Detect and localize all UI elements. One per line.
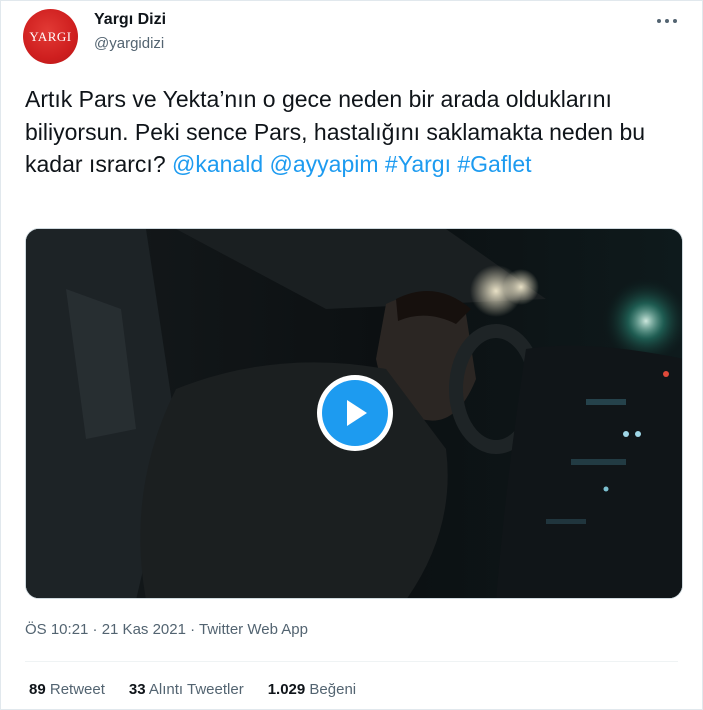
hashtag-link[interactable]: #Yargı [385, 151, 451, 177]
play-button[interactable] [317, 375, 393, 451]
avatar[interactable]: YARGI [23, 9, 78, 64]
mention-link[interactable]: @kanald [172, 151, 263, 177]
more-options-icon[interactable] [656, 9, 678, 30]
quote-tweets-stat[interactable]: 33 Alıntı Tweetler [129, 681, 244, 698]
divider [25, 661, 678, 662]
tweet-card: YARGI Yargı Dizi @yargidizi Artık Pars v… [0, 0, 703, 710]
quotes-label: Alıntı Tweetler [148, 681, 244, 698]
retweets-stat[interactable]: 89 Retweet [29, 681, 105, 698]
retweets-count: 89 [29, 681, 46, 698]
play-icon [322, 380, 388, 446]
avatar-logo-text: YARGI [29, 28, 72, 44]
hashtag-link[interactable]: #Gaflet [457, 151, 531, 177]
author-name[interactable]: Yargı Dizi [94, 11, 166, 29]
tweet-text: Artık Pars ve Yekta’nın o gece neden bir… [25, 83, 665, 181]
likes-stat[interactable]: 1.029 Beğeni [268, 681, 356, 698]
author-handle[interactable]: @yargidizi [94, 35, 164, 52]
quotes-count: 33 [128, 681, 146, 698]
likes-count: 1.029 [267, 681, 306, 698]
mention-link[interactable]: @ayyapim [270, 151, 379, 177]
tweet-timestamp[interactable]: ÖS 10:21 · 21 Kas 2021 · Twitter Web App [25, 621, 308, 638]
tweet-stats: 89 Retweet 33 Alıntı Tweetler 1.029 Beğe… [29, 681, 356, 698]
likes-label: Beğeni [309, 681, 357, 698]
retweets-label: Retweet [49, 681, 105, 698]
